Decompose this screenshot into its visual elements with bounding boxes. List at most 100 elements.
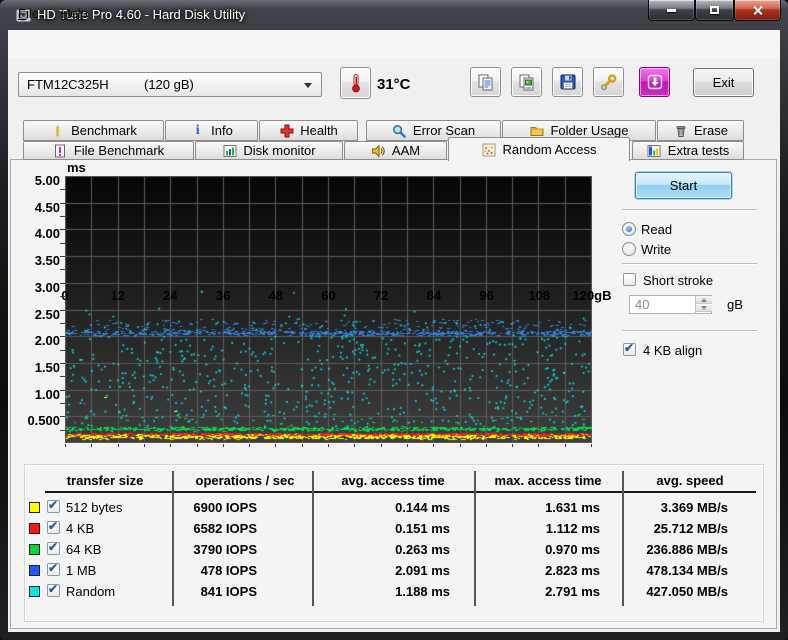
tab-info[interactable]: i Info: [165, 120, 258, 141]
x-axis-tick: [591, 444, 592, 447]
y-axis-tick: [60, 189, 65, 191]
x-axis-label: 96: [479, 288, 494, 303]
align-checkbox[interactable]: [623, 341, 636, 356]
info-icon: i: [195, 122, 200, 138]
y-axis-tick: [60, 256, 65, 258]
column-header-max-access: max. access time: [494, 473, 602, 488]
transfer-size-label: 512 bytes: [66, 500, 123, 515]
column-header-transfer-size: transfer size: [66, 473, 144, 488]
align-checkbox-label[interactable]: 4 KB align: [643, 343, 702, 358]
table-row: 512 bytes 6900 IOPS 0.144 ms 1.631 ms 3.…: [24, 497, 764, 518]
tab-random-access[interactable]: Random Access: [448, 137, 630, 161]
x-axis-label: 0: [35, 288, 95, 303]
tab-health[interactable]: Health: [259, 120, 358, 141]
x-axis-tick: [302, 444, 303, 447]
close-button[interactable]: [734, 0, 781, 21]
temperature-value: 31°C: [377, 76, 411, 93]
menu-bar: [8, 30, 780, 58]
series-checkbox[interactable]: [47, 582, 60, 597]
spin-up-button[interactable]: [696, 296, 712, 304]
avg-access-value: 0.151 ms: [395, 521, 450, 536]
y-axis-tick: [60, 416, 65, 418]
maximize-button[interactable]: [695, 0, 734, 21]
menu-help[interactable]: Help: [61, 6, 88, 21]
x-axis-tick: [249, 444, 250, 447]
update-button[interactable]: [639, 67, 670, 97]
series-checkbox[interactable]: [47, 519, 60, 534]
x-axis-tick: [223, 444, 224, 447]
options-button[interactable]: [593, 67, 624, 97]
series-checkbox[interactable]: [47, 561, 60, 576]
tab-label: Disk monitor: [243, 143, 316, 158]
y-axis-tick: [60, 376, 65, 378]
x-axis-tick: [433, 444, 434, 447]
series-checkbox[interactable]: [47, 498, 60, 513]
copy-text-icon: [478, 74, 493, 90]
y-axis-label: 1.00: [34, 386, 60, 402]
y-axis-tick: [60, 296, 65, 298]
y-axis-tick: [60, 362, 65, 364]
exit-button[interactable]: Exit: [693, 68, 754, 97]
tab-label: Random Access: [502, 142, 597, 157]
y-axis-label: 4.00: [34, 226, 60, 242]
write-radio-label[interactable]: Write: [641, 242, 671, 257]
y-axis-label: 5.00: [34, 173, 60, 188]
spin-down-button[interactable]: [696, 304, 712, 312]
y-axis-label: 2.50: [34, 306, 60, 322]
tab-disk-monitor[interactable]: Disk monitor: [195, 141, 343, 160]
y-axis-label: 2.00: [34, 333, 60, 349]
short-stroke-size-input[interactable]: 40: [629, 295, 712, 314]
magnifier-icon: [392, 124, 407, 138]
x-axis-tick: [118, 444, 119, 447]
short-stroke-label[interactable]: Short stroke: [643, 273, 713, 288]
tab-file-benchmark[interactable]: File Benchmark: [23, 141, 194, 160]
max-access-value: 0.970 ms: [545, 542, 600, 557]
drive-select[interactable]: FTM12C325H (120 gB): [18, 72, 322, 97]
ops-value: 841 IOPS: [200, 584, 257, 599]
copy-image-button[interactable]: [511, 67, 542, 97]
tab-label: Info: [211, 123, 233, 138]
spinner-buttons: [695, 296, 712, 313]
write-radio[interactable]: [622, 242, 636, 256]
save-button[interactable]: [552, 67, 583, 97]
transfer-size-label: 1 MB: [66, 563, 97, 578]
x-axis-label: 48: [268, 288, 284, 303]
folder-icon: [529, 124, 544, 138]
y-axis-tick: [60, 336, 65, 338]
x-axis-tick: [65, 444, 66, 447]
series-color-swatch: [29, 544, 40, 555]
menu-file[interactable]: File: [18, 6, 39, 21]
series-color-swatch: [29, 565, 40, 576]
avg-speed-value: 478.134 MB/s: [646, 563, 728, 578]
avg-access-value: 0.144 ms: [395, 500, 450, 515]
x-axis-label: 12: [110, 288, 125, 303]
tab-extra-tests[interactable]: Extra tests: [632, 141, 744, 160]
read-radio-label[interactable]: Read: [641, 222, 672, 237]
tab-aam[interactable]: AAM: [344, 141, 447, 160]
short-stroke-unit: gB: [727, 297, 743, 312]
tab-label: Error Scan: [412, 123, 476, 138]
y-axis-tick: [60, 429, 65, 431]
separator: [622, 263, 757, 265]
arrow-down-icon: [701, 305, 707, 310]
start-button[interactable]: Start: [635, 172, 732, 199]
x-axis-tick: [170, 444, 171, 447]
temperature-button[interactable]: [340, 67, 371, 99]
tab-erase[interactable]: Erase: [657, 120, 744, 141]
minimize-button[interactable]: [648, 0, 695, 21]
avg-speed-value: 25.712 MB/s: [653, 521, 728, 536]
transfer-size-label: 64 KB: [66, 542, 102, 557]
tab-benchmark[interactable]: ! Benchmark: [23, 120, 164, 141]
short-stroke-checkbox[interactable]: [623, 273, 636, 286]
y-axis-label: 1.50: [34, 359, 60, 375]
copy-text-button[interactable]: [470, 67, 501, 97]
separator: [622, 330, 757, 332]
read-radio[interactable]: [622, 222, 636, 236]
y-axis-tick: [60, 229, 65, 231]
series-checkbox[interactable]: [47, 540, 60, 555]
table-row: 1 MB 478 IOPS 2.091 ms 2.823 ms 478.134 …: [24, 560, 764, 581]
x-axis-tick: [565, 444, 566, 447]
speaker-icon: [371, 144, 386, 158]
x-axis-label: 60: [321, 288, 336, 303]
download-arrow-icon: [647, 74, 662, 90]
